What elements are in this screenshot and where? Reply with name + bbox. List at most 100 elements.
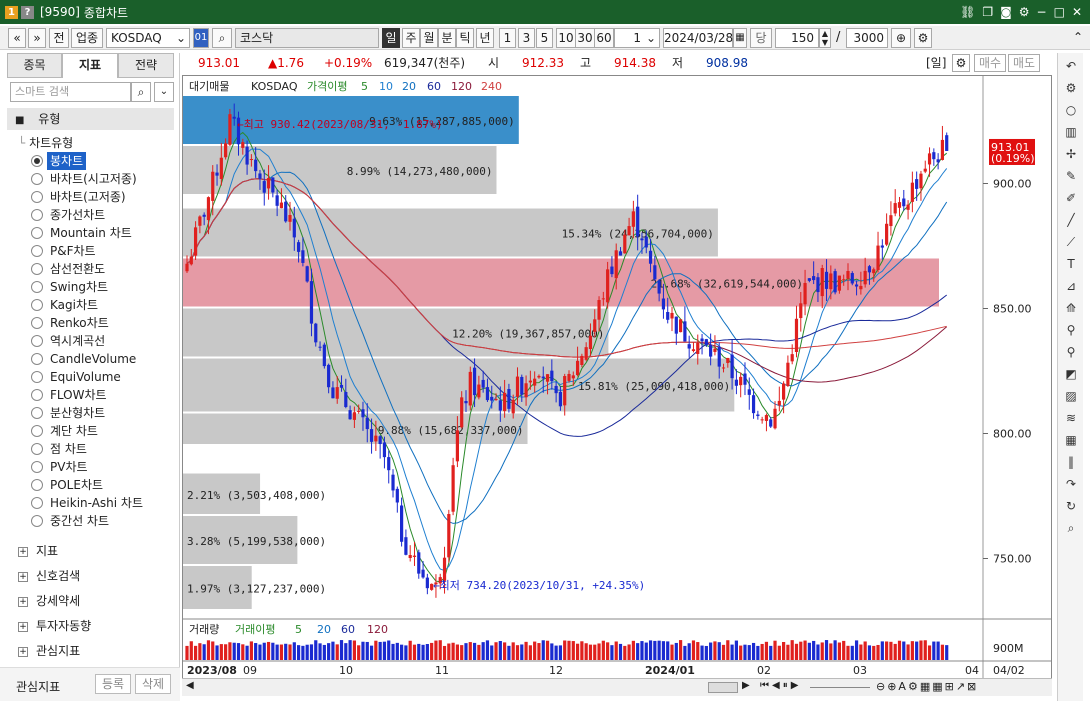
radio-0[interactable] bbox=[31, 155, 43, 167]
refresh-icon[interactable]: ↻ bbox=[1062, 497, 1080, 515]
maximize-icon[interactable]: □ bbox=[1054, 5, 1065, 19]
register-button[interactable]: 등록 bbox=[95, 674, 131, 694]
line-icon[interactable]: ╱ bbox=[1062, 211, 1080, 229]
stepper-icon[interactable]: ▲ ▼ bbox=[819, 28, 831, 48]
zoom-controls[interactable]: ⊖⊕A⚙▦▦⊞↗⊠ bbox=[876, 680, 978, 693]
help-icon[interactable]: ? bbox=[21, 5, 34, 19]
minute-5[interactable]: 5 bbox=[536, 28, 553, 48]
chart-type-item[interactable]: 분산형차트 bbox=[50, 404, 105, 422]
gear-icon[interactable]: ⚙ bbox=[1062, 79, 1080, 97]
minimize-icon[interactable]: − bbox=[1037, 5, 1047, 19]
search-icon[interactable]: ⌕ bbox=[131, 82, 151, 102]
scroll-right-icon[interactable]: ▶ bbox=[742, 680, 750, 691]
crosshair-icon[interactable]: ✢ bbox=[1062, 145, 1080, 163]
redo-icon[interactable]: ↷ bbox=[1062, 475, 1080, 493]
radio-5[interactable] bbox=[31, 245, 43, 257]
pencil-icon[interactable]: ✐ bbox=[1062, 189, 1080, 207]
undo-icon[interactable]: ↶ bbox=[1062, 57, 1080, 75]
chevron-down-icon[interactable]: ⌄ bbox=[646, 29, 656, 47]
link-icon[interactable]: ⛓ bbox=[960, 5, 975, 19]
chart-type-item[interactable]: 삼선전환도 bbox=[50, 260, 105, 278]
chevron-down-icon[interactable]: ⌄ bbox=[154, 82, 174, 102]
minute-10[interactable]: 10 bbox=[556, 28, 576, 48]
radio-17[interactable] bbox=[31, 461, 43, 473]
minute-1[interactable]: 1 bbox=[499, 28, 516, 48]
period-3[interactable]: 분 bbox=[438, 28, 456, 48]
arrow-icon[interactable]: ⟰ bbox=[1062, 299, 1080, 317]
chart-type-item[interactable]: 점 차트 bbox=[50, 440, 87, 458]
minute-30[interactable]: 30 bbox=[575, 28, 595, 48]
chevron-down-icon[interactable]: ⌄ bbox=[176, 29, 186, 47]
price-chart[interactable]: 9.63% (15,287,885,000)8.99% (14,273,480,… bbox=[183, 76, 1051, 681]
buy-button[interactable]: 매수 bbox=[974, 54, 1006, 72]
tab-stock[interactable]: 종목 bbox=[7, 53, 62, 78]
section-0[interactable]: + 지표 bbox=[18, 541, 58, 561]
sell-button[interactable]: 매도 bbox=[1008, 54, 1040, 72]
radio-14[interactable] bbox=[31, 407, 43, 419]
search-icon[interactable]: ⌕ bbox=[212, 28, 232, 48]
zoom-out-icon[interactable]: ⚲ bbox=[1062, 343, 1080, 361]
chart-type-item[interactable]: 중간선 차트 bbox=[50, 512, 109, 530]
fit-icon[interactable]: ◩ bbox=[1062, 365, 1080, 383]
section-4[interactable]: + 관심지표 bbox=[18, 641, 80, 661]
date-input[interactable]: 2024/03/28 bbox=[663, 28, 733, 48]
settings-icon[interactable]: ⚙ bbox=[1019, 5, 1030, 19]
zoom-icon[interactable]: ⊕ bbox=[891, 28, 911, 48]
radio-6[interactable] bbox=[31, 263, 43, 275]
section-1[interactable]: + 신호검색 bbox=[18, 566, 80, 586]
settings-icon[interactable]: ⚙ bbox=[952, 54, 970, 72]
calendar-icon[interactable]: ▦ bbox=[733, 28, 747, 48]
bars-icon[interactable]: ‖ bbox=[1062, 453, 1080, 471]
bar-chart-icon[interactable]: ▥ bbox=[1062, 123, 1080, 141]
radio-8[interactable] bbox=[31, 299, 43, 311]
chart-type-item[interactable]: Mountain 차트 bbox=[50, 224, 132, 242]
pen-icon[interactable]: ✎ bbox=[1062, 167, 1080, 185]
auto-icon[interactable]: ⟋ bbox=[1062, 233, 1080, 251]
radio-4[interactable] bbox=[31, 227, 43, 239]
radio-20[interactable] bbox=[31, 515, 43, 527]
section-3[interactable]: + 투자자동향 bbox=[18, 616, 91, 636]
radio-16[interactable] bbox=[31, 443, 43, 455]
expand-icon[interactable]: + bbox=[18, 621, 28, 632]
chart-type-item[interactable]: 봉차트 bbox=[47, 152, 87, 170]
gear-icon[interactable]: ⚙ bbox=[914, 28, 932, 48]
section-2[interactable]: + 강세약세 bbox=[18, 591, 80, 611]
chart-type-item[interactable]: Heikin-Ashi 차트 bbox=[50, 494, 143, 512]
radio-2[interactable] bbox=[31, 191, 43, 203]
tab-strategy[interactable]: 전략 bbox=[118, 53, 174, 78]
collapse-icon[interactable]: ⌃ bbox=[1070, 28, 1086, 48]
radio-3[interactable] bbox=[31, 209, 43, 221]
delete-button[interactable]: 삭제 bbox=[135, 674, 171, 694]
period-2[interactable]: 월 bbox=[420, 28, 438, 48]
close-icon[interactable]: ✕ bbox=[1072, 5, 1082, 19]
tab-indicator[interactable]: 지표 bbox=[62, 53, 118, 78]
grid-icon[interactable]: ▦ bbox=[1062, 431, 1080, 449]
minute-60[interactable]: 60 bbox=[594, 28, 614, 48]
radio-9[interactable] bbox=[31, 317, 43, 329]
dropdown-icon[interactable]: » bbox=[28, 28, 46, 48]
unit-select[interactable]: 1 ⌄ bbox=[614, 28, 660, 48]
chart-type-item[interactable]: P&F차트 bbox=[50, 242, 96, 260]
chart-type-item[interactable]: Renko차트 bbox=[50, 314, 109, 332]
radio-19[interactable] bbox=[31, 497, 43, 509]
chart-type-item[interactable]: Swing차트 bbox=[50, 278, 108, 296]
zoom-in-icon[interactable]: ⚲ bbox=[1062, 321, 1080, 339]
radio-11[interactable] bbox=[31, 353, 43, 365]
search-icon[interactable]: ⌕ bbox=[1062, 519, 1080, 537]
smart-search-input[interactable]: 스마트 검색 bbox=[10, 82, 131, 102]
chart-type-item[interactable]: 바차트(시고저종) bbox=[50, 170, 137, 188]
trend-icon[interactable]: ≋ bbox=[1062, 409, 1080, 427]
radio-18[interactable] bbox=[31, 479, 43, 491]
ruler-icon[interactable]: ⊿ bbox=[1062, 277, 1080, 295]
tree-root[interactable]: └ 차트유형 bbox=[18, 134, 73, 151]
minute-3[interactable]: 3 bbox=[518, 28, 535, 48]
radio-13[interactable] bbox=[31, 389, 43, 401]
total-input[interactable]: 3000 bbox=[846, 28, 888, 48]
chart-icon[interactable]: ▨ bbox=[1062, 387, 1080, 405]
camera-icon[interactable]: ◙ bbox=[1000, 5, 1012, 19]
zoom-slider[interactable] bbox=[810, 687, 870, 688]
group-header[interactable]: ■ 유형 bbox=[7, 108, 174, 130]
radio-15[interactable] bbox=[31, 425, 43, 437]
chart-area[interactable]: 9.63% (15,287,885,000) 8.99% (14,273,480,… bbox=[182, 75, 1052, 682]
expand-icon[interactable]: + bbox=[18, 646, 28, 657]
